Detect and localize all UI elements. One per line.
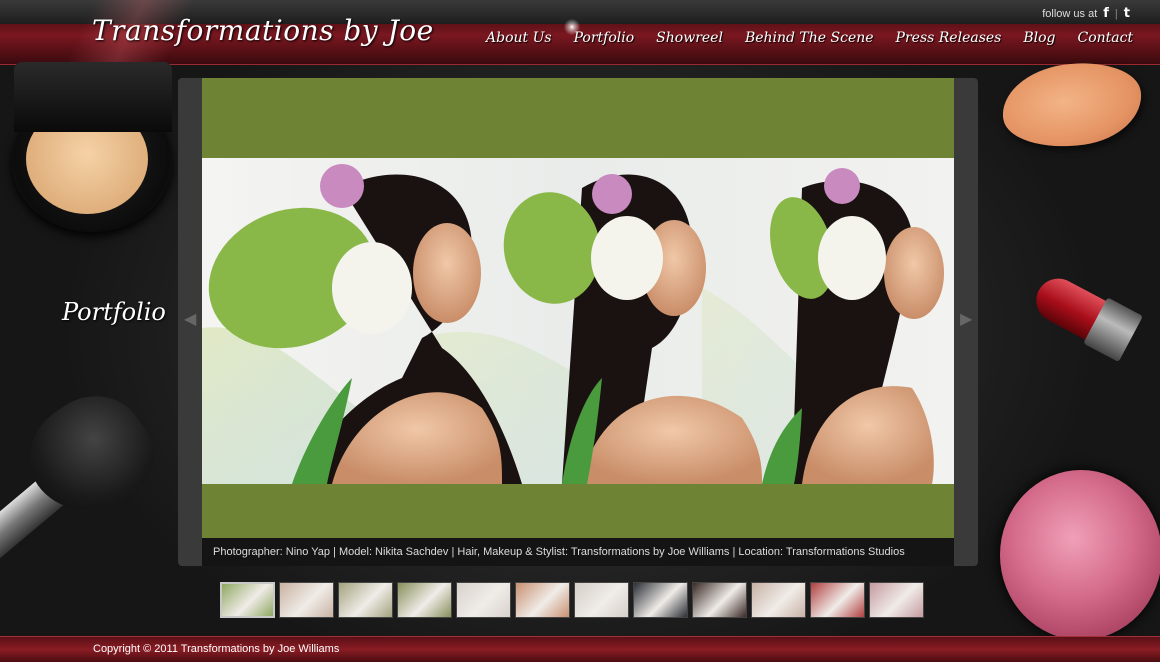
site-logo[interactable]: Transformations by Joe bbox=[92, 14, 434, 47]
thumbnail-strip bbox=[220, 582, 924, 618]
previous-photo-icon[interactable]: ◀ bbox=[184, 310, 196, 330]
thumbnail-9[interactable] bbox=[692, 582, 747, 618]
portfolio-gallery: Photographer: Nino Yap | Model: Nikita S… bbox=[178, 78, 978, 566]
follow-label: follow us at bbox=[1042, 7, 1098, 20]
portfolio-photo[interactable] bbox=[202, 158, 954, 484]
social-divider: | bbox=[1114, 7, 1118, 20]
blush-powder-image bbox=[1000, 470, 1160, 640]
thumbnail-2[interactable] bbox=[279, 582, 334, 618]
nav-press-releases[interactable]: Press Releases bbox=[885, 30, 1013, 50]
nav-portfolio[interactable]: Portfolio bbox=[562, 18, 646, 50]
photo-illustration bbox=[202, 164, 944, 484]
thumbnail-4[interactable] bbox=[397, 582, 452, 618]
powder-compact-image bbox=[12, 62, 172, 232]
thumbnail-8[interactable] bbox=[633, 582, 688, 618]
thumbnail-5[interactable] bbox=[456, 582, 511, 618]
section-title: Portfolio bbox=[62, 298, 166, 326]
photo-caption: Photographer: Nino Yap | Model: Nikita S… bbox=[202, 538, 954, 566]
next-photo-icon[interactable]: ▶ bbox=[960, 310, 972, 330]
nav-blog[interactable]: Blog bbox=[1012, 30, 1066, 50]
follow-us: follow us at f | t bbox=[1042, 6, 1130, 21]
site-header: Transformations by Joe follow us at f | … bbox=[0, 0, 1160, 65]
thumbnail-10[interactable] bbox=[751, 582, 806, 618]
makeup-brush-image bbox=[0, 375, 171, 570]
thumbnail-1[interactable] bbox=[220, 582, 275, 618]
thumbnail-6[interactable] bbox=[515, 582, 570, 618]
photo-frame bbox=[202, 78, 954, 538]
thumbnail-11[interactable] bbox=[810, 582, 865, 618]
thumbnail-7[interactable] bbox=[574, 582, 629, 618]
twitter-icon[interactable]: t bbox=[1124, 6, 1130, 21]
main-nav: About Us Portfolio Showreel Behind The S… bbox=[475, 18, 1145, 50]
facebook-icon[interactable]: f bbox=[1103, 6, 1109, 21]
compact-lid bbox=[14, 62, 172, 132]
site-footer: Copyright © 2011 Transformations by Joe … bbox=[0, 636, 1160, 662]
thumbnail-3[interactable] bbox=[338, 582, 393, 618]
nav-about-us[interactable]: About Us bbox=[475, 30, 563, 50]
nav-behind-the-scene[interactable]: Behind The Scene bbox=[734, 30, 885, 50]
thumbnail-12[interactable] bbox=[869, 582, 924, 618]
copyright-text: Copyright © 2011 Transformations by Joe … bbox=[93, 643, 340, 655]
nav-showreel[interactable]: Showreel bbox=[645, 30, 734, 50]
nav-contact[interactable]: Contact bbox=[1067, 30, 1145, 50]
